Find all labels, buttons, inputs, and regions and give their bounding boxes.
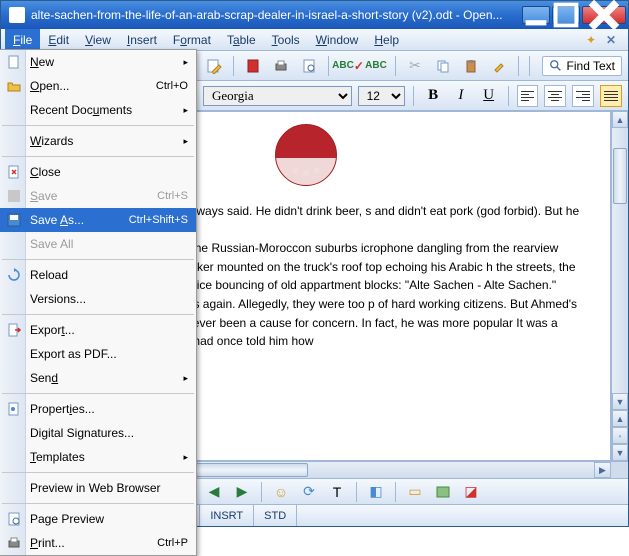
text-icon[interactable]: T: [326, 481, 348, 503]
menu-item-wizards[interactable]: Wizards▸: [0, 129, 196, 153]
find-text-label: Find Text: [567, 59, 615, 73]
underline-button[interactable]: U: [478, 85, 500, 107]
bold-button[interactable]: B: [422, 85, 444, 107]
edit-file-icon[interactable]: [203, 55, 225, 77]
smiley-icon[interactable]: ☺: [270, 481, 292, 503]
menu-item-export-pdf[interactable]: Export as PDF...: [0, 342, 196, 366]
new-doc-icon: [6, 54, 22, 70]
align-center-button[interactable]: [544, 85, 566, 107]
callout-icon[interactable]: ◧: [365, 481, 387, 503]
font-size-select[interactable]: 12: [358, 86, 406, 106]
scroll-down-button[interactable]: ▼: [612, 393, 628, 410]
close-button[interactable]: [582, 6, 626, 24]
menu-window[interactable]: Window: [308, 29, 367, 50]
scroll-right-button[interactable]: ▶: [594, 462, 611, 478]
scroll-thumb[interactable]: [613, 148, 627, 204]
copy-icon[interactable]: [432, 55, 454, 77]
menu-item-print[interactable]: Print...Ctrl+P: [0, 531, 196, 555]
save-as-icon: [6, 212, 22, 228]
menu-item-send[interactable]: Send▸: [0, 366, 196, 390]
nav-button[interactable]: ◦: [612, 427, 628, 444]
search-icon: [549, 59, 563, 73]
slide-icon[interactable]: ▭: [404, 481, 426, 503]
menu-format[interactable]: Format: [165, 29, 219, 50]
save-icon: [6, 188, 22, 204]
format-paintbrush-icon[interactable]: [488, 55, 510, 77]
app-icon: [9, 7, 25, 23]
export-pdf-icon[interactable]: [242, 55, 264, 77]
menu-item-templates[interactable]: Templates▸: [0, 445, 196, 469]
menu-item-versions[interactable]: Versions...: [0, 287, 196, 311]
paste-icon[interactable]: [460, 55, 482, 77]
menu-item-digital-signatures[interactable]: Digital Signatures...: [0, 421, 196, 445]
window-title: alte-sachen-from-the-life-of-an-arab-scr…: [31, 8, 522, 22]
menu-item-reload[interactable]: Reload: [0, 263, 196, 287]
menu-item-page-preview[interactable]: Page Preview: [0, 507, 196, 531]
preview-icon[interactable]: [298, 55, 320, 77]
nav-left-icon[interactable]: ◀: [203, 481, 225, 503]
menu-insert[interactable]: Insert: [119, 29, 165, 50]
status-insert-mode[interactable]: INSRT: [200, 505, 254, 526]
menu-item-properties[interactable]: Properties...: [0, 397, 196, 421]
align-right-button[interactable]: [572, 85, 594, 107]
menubar: File Edit View Insert Format Table Tools…: [1, 29, 628, 51]
menu-item-open[interactable]: Open...Ctrl+O: [0, 74, 196, 98]
menu-item-new[interactable]: New▸: [0, 50, 196, 74]
menu-item-preview-browser[interactable]: Preview in Web Browser: [0, 476, 196, 500]
titlebar: alte-sachen-from-the-life-of-an-arab-scr…: [1, 1, 628, 29]
document-logo-image: [275, 124, 337, 186]
extrusion-icon[interactable]: ◪: [460, 481, 482, 503]
properties-icon: [6, 401, 22, 417]
find-text-button[interactable]: Find Text: [542, 56, 622, 76]
menu-file[interactable]: File: [5, 29, 40, 50]
update-icon[interactable]: ✦: [586, 33, 600, 47]
font-name-select[interactable]: Georgia: [203, 86, 352, 106]
close-document-button[interactable]: ✕: [606, 33, 620, 47]
status-selection-mode[interactable]: STD: [254, 505, 297, 526]
maximize-button[interactable]: [552, 6, 580, 24]
export-icon: [6, 322, 22, 338]
file-menu-dropdown: New▸ Open...Ctrl+O Recent Documents▸ Wiz…: [0, 49, 197, 556]
close-icon: [6, 164, 22, 180]
menu-item-export[interactable]: Export...: [0, 318, 196, 342]
menu-item-save-all: Save All: [0, 232, 196, 256]
sync-icon[interactable]: ⟳: [298, 481, 320, 503]
print-menu-icon: [6, 535, 22, 551]
align-left-button[interactable]: [517, 85, 539, 107]
print-icon[interactable]: [270, 55, 292, 77]
menu-tools[interactable]: Tools: [264, 29, 308, 50]
menu-table[interactable]: Table: [219, 29, 264, 50]
minimize-button[interactable]: [522, 6, 550, 24]
spellcheck-icon[interactable]: ABC✓: [337, 55, 359, 77]
next-page-button[interactable]: ▼: [612, 444, 628, 461]
nav-right-icon[interactable]: ▶: [231, 481, 253, 503]
page-preview-icon: [6, 511, 22, 527]
menu-item-save-as[interactable]: Save As...Ctrl+Shift+S: [0, 208, 196, 232]
menu-item-recent[interactable]: Recent Documents▸: [0, 98, 196, 122]
prev-page-button[interactable]: ▲: [612, 410, 628, 427]
menu-view[interactable]: View: [77, 29, 119, 50]
italic-button[interactable]: I: [450, 85, 472, 107]
scroll-up-button[interactable]: ▲: [612, 111, 628, 128]
vertical-scrollbar[interactable]: ▲ ▼ ▲ ◦ ▼: [611, 111, 628, 461]
autospell-icon[interactable]: ABC: [365, 55, 387, 77]
menu-edit[interactable]: Edit: [40, 29, 77, 50]
align-justify-button[interactable]: [600, 85, 622, 107]
reload-icon: [6, 267, 22, 283]
open-icon: [6, 78, 22, 94]
cut-icon[interactable]: ✂: [404, 55, 426, 77]
menu-help[interactable]: Help: [366, 29, 407, 50]
menu-item-save: SaveCtrl+S: [0, 184, 196, 208]
menu-item-close[interactable]: Close: [0, 160, 196, 184]
image-icon[interactable]: [432, 481, 454, 503]
